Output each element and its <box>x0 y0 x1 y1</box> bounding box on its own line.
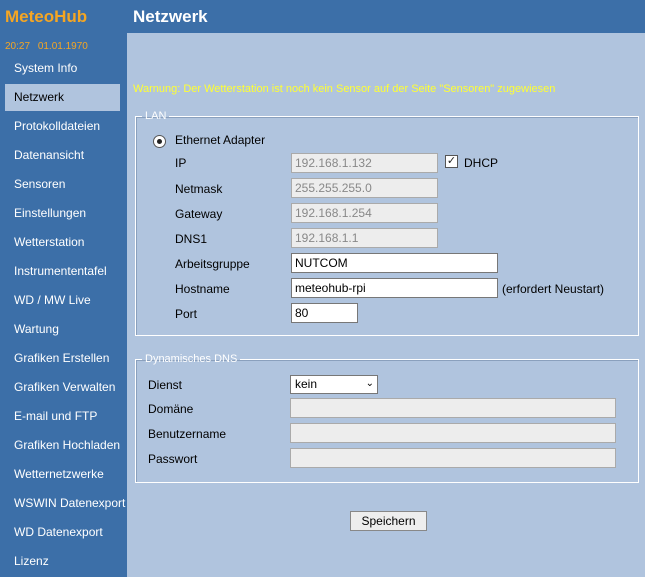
ip-label: IP <box>175 156 187 170</box>
sidebar-item-wartung[interactable]: Wartung <box>0 315 127 344</box>
lan-legend: LAN <box>145 110 167 122</box>
ethernet-adapter-label: Ethernet Adapter <box>175 133 266 147</box>
domain-label: Domäne <box>148 402 194 416</box>
sidebar-item-protokolldateien[interactable]: Protokolldateien <box>0 112 127 141</box>
sidebar-item-system-info[interactable]: System Info <box>0 54 127 83</box>
workgroup-field[interactable]: NUTCOM <box>291 253 498 273</box>
username-field[interactable] <box>290 423 616 443</box>
netmask-label: Netmask <box>175 182 223 196</box>
hostname-label: Hostname <box>175 282 230 296</box>
warning-message: Warnung: Der Wetterstation ist noch kein… <box>133 83 556 95</box>
sidebar-nav: System Info Netzwerk Protokolldateien Da… <box>0 54 127 576</box>
sidebar-item-einstellungen[interactable]: Einstellungen <box>0 199 127 228</box>
app-brand[interactable]: MeteoHub <box>5 7 87 27</box>
hostname-note: (erfordert Neustart) <box>502 282 605 296</box>
sidebar-item-wswin-datenexport[interactable]: WSWIN Datenexport <box>0 489 127 518</box>
ethernet-adapter-radio[interactable] <box>153 135 166 148</box>
ip-field[interactable]: 192.168.1.132 <box>291 153 438 173</box>
sidebar-item-wd-datenexport[interactable]: WD Datenexport <box>0 518 127 547</box>
clock-date: 01.01.1970 <box>37 41 88 52</box>
sidebar-item-grafiken-verwalten[interactable]: Grafiken Verwalten <box>0 373 127 402</box>
service-label: Dienst <box>148 378 183 392</box>
sidebar-item-wd-mw-live[interactable]: WD / MW Live <box>0 286 127 315</box>
clock: 20:27 01.01.1970 <box>5 41 88 52</box>
sidebar-item-grafiken-erstellen[interactable]: Grafiken Erstellen <box>0 344 127 373</box>
gateway-label: Gateway <box>175 207 223 221</box>
chevron-down-icon: ⌄ <box>365 378 374 389</box>
workgroup-label: Arbeitsgruppe <box>175 257 250 271</box>
service-select[interactable]: kein ⌄ <box>290 375 378 394</box>
dhcp-label: DHCP <box>464 156 499 170</box>
save-button[interactable]: Speichern <box>350 511 427 531</box>
sidebar-item-wetternetzwerke[interactable]: Wetternetzwerke <box>0 460 127 489</box>
port-label: Port <box>175 307 198 321</box>
sidebar-item-netzwerk[interactable]: Netzwerk <box>5 84 120 111</box>
sidebar-item-wetterstation[interactable]: Wetterstation <box>0 228 127 257</box>
port-field[interactable]: 80 <box>291 303 358 323</box>
sidebar-item-email-ftp[interactable]: E-mail und FTP <box>0 402 127 431</box>
sidebar-item-datenansicht[interactable]: Datenansicht <box>0 141 127 170</box>
page-header: Netzwerk <box>127 0 645 33</box>
sidebar-item-grafiken-hochladen[interactable]: Grafiken Hochladen <box>0 431 127 460</box>
clock-time: 20:27 <box>5 41 31 52</box>
netmask-field[interactable]: 255.255.255.0 <box>291 178 438 198</box>
dns1-label: DNS1 <box>175 232 208 246</box>
dns1-field[interactable]: 192.168.1.1 <box>291 228 438 248</box>
page-title: Netzwerk <box>133 7 208 26</box>
sidebar-item-instrumententafel[interactable]: Instrumententafel <box>0 257 127 286</box>
hostname-field[interactable]: meteohub-rpi <box>291 278 498 298</box>
password-label: Passwort <box>148 452 198 466</box>
username-label: Benutzername <box>148 427 227 441</box>
service-select-value: kein <box>295 377 318 391</box>
ddns-legend: Dynamisches DNS <box>145 353 238 365</box>
password-field[interactable] <box>290 448 616 468</box>
dhcp-checkbox[interactable]: ✓ <box>445 155 458 168</box>
sidebar-item-lizenz[interactable]: Lizenz <box>0 547 127 576</box>
gateway-field[interactable]: 192.168.1.254 <box>291 203 438 223</box>
sidebar: MeteoHub 20:27 01.01.1970 System Info Ne… <box>0 0 127 577</box>
sidebar-item-sensoren[interactable]: Sensoren <box>0 170 127 199</box>
domain-field[interactable] <box>290 398 616 418</box>
